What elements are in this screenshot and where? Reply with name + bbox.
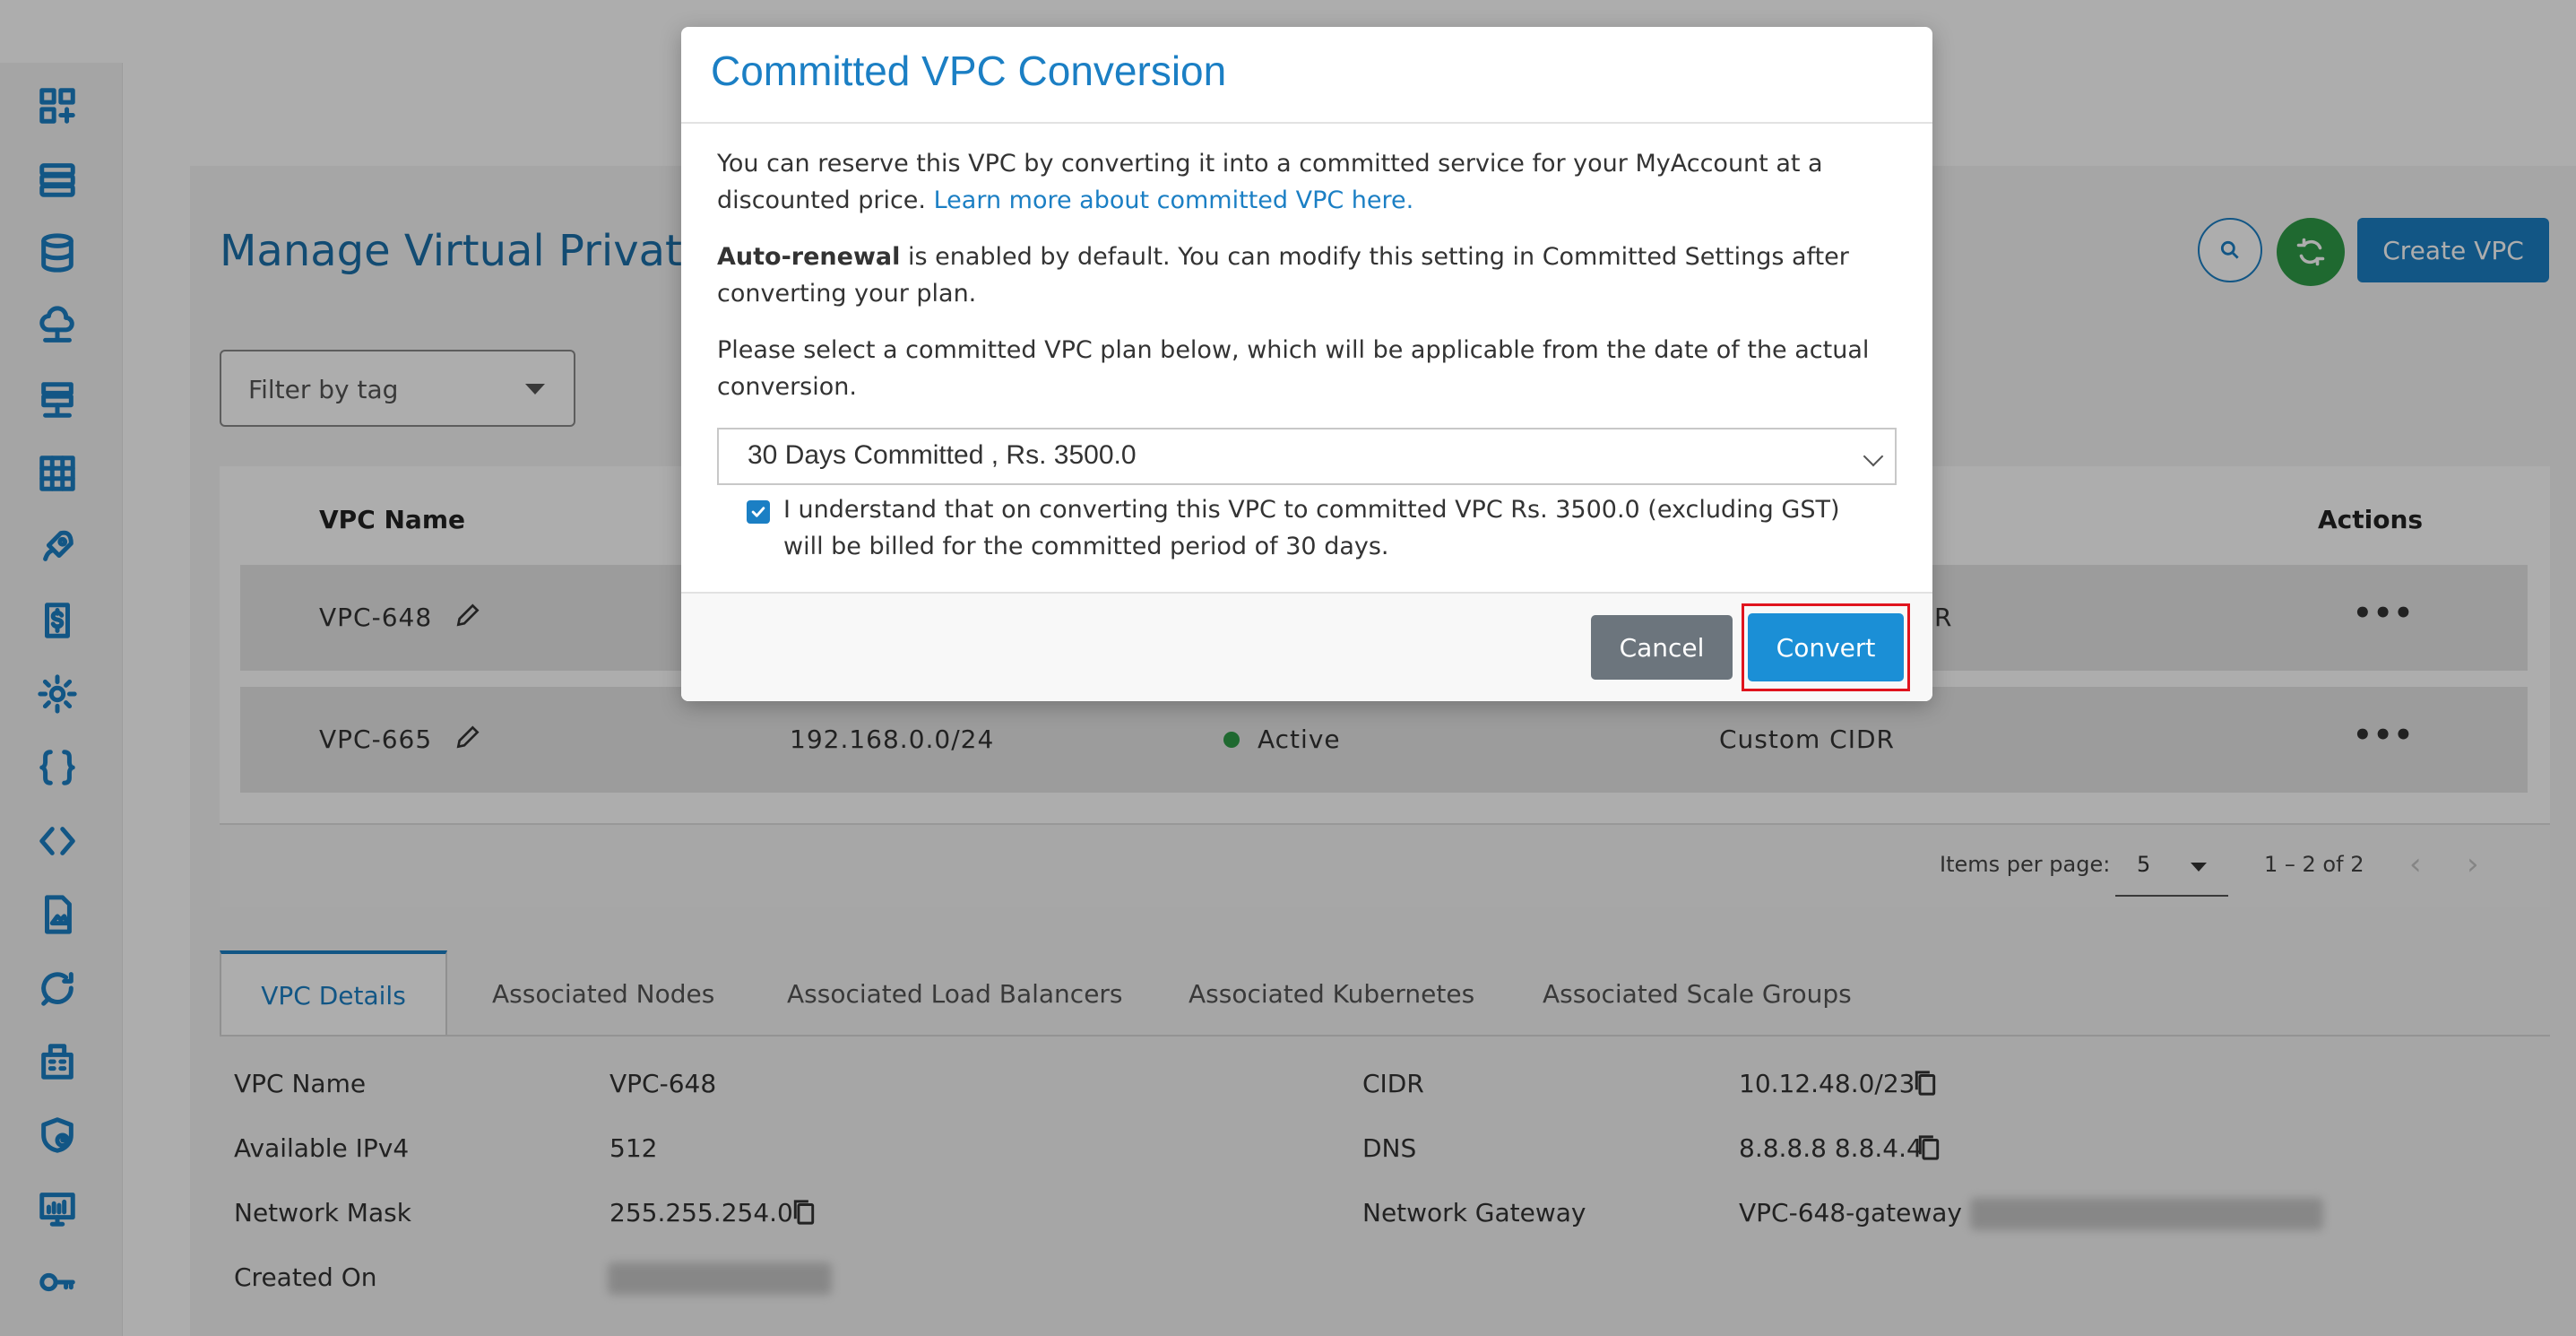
dialog-header-divider [681, 122, 1932, 124]
acknowledge-checkbox[interactable] [747, 500, 770, 524]
committed-vpc-conversion-dialog: Committed VPC Conversion You can reserve… [681, 27, 1932, 701]
selected-plan-value: 30 Days Committed , Rs. 3500.0 [748, 440, 1137, 470]
cancel-button[interactable]: Cancel [1591, 615, 1733, 680]
auto-renewal-text: Auto-renewal is enabled by default. You … [717, 239, 1882, 312]
dialog-intro-text: You can reserve this VPC by converting i… [717, 145, 1882, 219]
plan-instruction-text: Please select a committed VPC plan below… [717, 336, 1870, 401]
auto-renewal-label: Auto-renewal [717, 243, 901, 271]
convert-button[interactable]: Convert [1748, 613, 1904, 681]
dialog-title: Committed VPC Conversion [711, 48, 1227, 94]
acknowledge-text: I understand that on converting this VPC… [783, 496, 1840, 560]
committed-plan-select[interactable]: 30 Days Committed , Rs. 3500.0 [717, 428, 1897, 485]
learn-more-link[interactable]: Learn more about committed VPC here. [934, 187, 1414, 214]
checkmark-icon [751, 507, 765, 517]
chevron-down-icon [1863, 446, 1884, 467]
